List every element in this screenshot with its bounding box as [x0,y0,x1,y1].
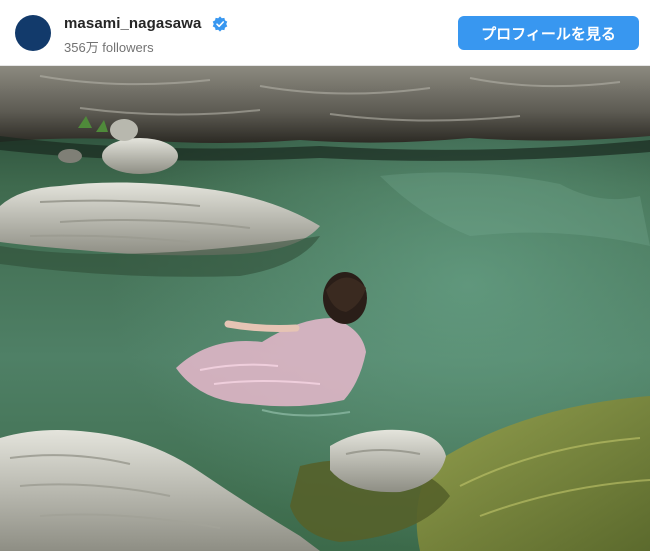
view-profile-button[interactable]: プロフィールを見る [458,16,639,50]
username[interactable]: masami_nagasawa [64,15,201,32]
avatar[interactable] [15,15,51,51]
post-header: masami_nagasawa 356万 followers プロフィールを見る [0,0,650,66]
followers-count: 356万 followers [64,40,154,55]
post-photo [0,66,650,551]
verified-badge-icon [212,16,228,32]
